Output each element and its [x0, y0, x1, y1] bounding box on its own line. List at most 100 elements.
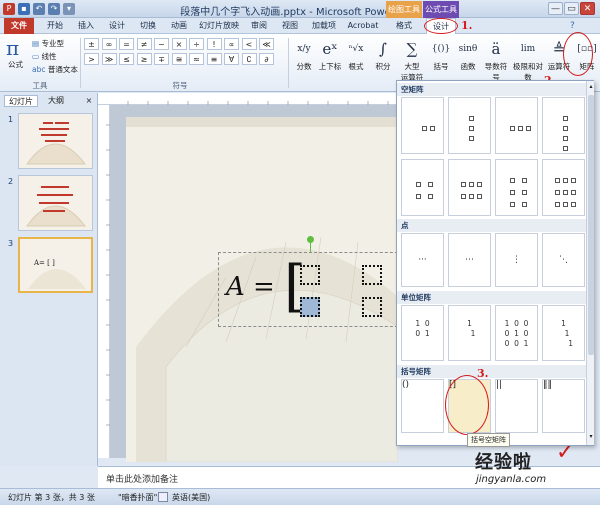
tab-acrobat[interactable]: Acrobat	[345, 18, 381, 34]
matrix-placeholder-11[interactable]	[300, 265, 320, 285]
tab-design[interactable]: 设计	[104, 18, 130, 34]
matrix-placeholder-12[interactable]	[362, 265, 382, 285]
structure-button[interactable]: eˣ 上下标	[318, 37, 342, 79]
identity-option[interactable]: 1 1 1	[542, 305, 585, 361]
dots-option[interactable]: ⋮	[495, 233, 538, 287]
identity-option[interactable]: 1 0 00 1 00 0 1	[495, 305, 538, 361]
symbol-button[interactable]: ≪	[259, 38, 274, 50]
structure-button[interactable]: ∫ 积分	[370, 37, 396, 79]
identity-option[interactable]: 1 00 1	[401, 305, 444, 361]
symbol-button[interactable]: ~	[154, 38, 169, 50]
maximize-button[interactable]: ▭	[564, 2, 579, 15]
empty-matrix-option[interactable]	[448, 97, 491, 154]
normal-text-label: 普通文本	[47, 65, 78, 74]
scroll-up-icon[interactable]: ▴	[588, 83, 594, 91]
structure-button[interactable]: ⁿ√x 根式	[344, 37, 368, 79]
matrix-placeholder-21[interactable]	[300, 297, 320, 317]
structure-button[interactable]: x/y 分数	[292, 37, 316, 79]
bracket-matrix-option[interactable]: ‖‖	[542, 379, 585, 433]
empty-matrix-option[interactable]	[448, 159, 491, 216]
tab-transitions[interactable]: 切换	[135, 18, 161, 34]
symbol-button[interactable]: ≥	[136, 53, 152, 65]
symbol-button[interactable]: ≤	[119, 53, 134, 65]
empty-matrix-option[interactable]	[495, 159, 538, 216]
symbol-button[interactable]: <	[241, 38, 257, 50]
symbol-button[interactable]: ∀	[224, 53, 239, 65]
formula-button-label[interactable]: 公式	[8, 59, 23, 70]
slide-canvas[interactable]: A = [	[126, 117, 398, 462]
symbol-button[interactable]: ≫	[101, 53, 117, 65]
symbol-button[interactable]: ∂	[259, 53, 274, 65]
symbol-button[interactable]: =	[119, 38, 134, 50]
symbol-button[interactable]: ×	[171, 38, 187, 50]
gallery-scrollbar[interactable]: ▴ ▾	[586, 81, 594, 445]
dots-option[interactable]: ⋯	[448, 233, 491, 287]
language-indicator[interactable]: 英语(美国)	[172, 492, 210, 503]
tab-file[interactable]: 文件	[4, 18, 34, 34]
tab-slideshow[interactable]: 幻灯片放映	[197, 18, 241, 34]
bracket-matrix-option[interactable]: ()	[401, 379, 444, 433]
placeholder-box	[461, 194, 466, 199]
symbol-button[interactable]: !	[206, 38, 222, 50]
symbol-button[interactable]: >	[84, 53, 99, 65]
structure-icon: ∫	[379, 40, 387, 58]
matrix-placeholder-22[interactable]	[362, 297, 382, 317]
empty-matrix-option[interactable]	[542, 97, 585, 154]
ribbon-tabs: 文件 开始 插入 设计 切换 动画 幻灯片放映 审阅 视图 加载项 Acroba…	[0, 18, 600, 34]
watermark-text: 经验啦	[475, 452, 532, 473]
bracket-matrix-option[interactable]: ||	[495, 379, 538, 433]
identity-row: 0 0 1	[504, 339, 529, 348]
structure-button[interactable]: lim 极限和对数	[512, 37, 544, 82]
scroll-down-icon[interactable]: ▾	[588, 433, 594, 441]
tab-view[interactable]: 视图	[277, 18, 303, 34]
empty-matrix-option[interactable]	[401, 97, 444, 154]
symbol-button[interactable]: ∞	[101, 38, 117, 50]
symbol-button[interactable]: ±	[84, 38, 99, 50]
tab-review[interactable]: 审阅	[246, 18, 272, 34]
structure-button[interactable]: ∑ 大型 运算符	[398, 37, 426, 82]
structure-button[interactable]: {()} 括号	[428, 37, 454, 79]
scroll-thumb[interactable]	[588, 95, 594, 355]
symbol-button[interactable]: ∝	[224, 38, 239, 50]
tab-format[interactable]: 格式	[390, 18, 418, 34]
empty-matrix-option[interactable]	[495, 97, 538, 154]
identity-option[interactable]: 1 1	[448, 305, 491, 361]
placeholder-box	[563, 126, 568, 131]
tab-home[interactable]: 开始	[42, 18, 68, 34]
slide-thumbnail-3[interactable]: A= [ ]	[18, 237, 93, 293]
slide-thumbnail-2[interactable]	[18, 175, 93, 231]
pi-icon[interactable]: π	[6, 36, 26, 60]
tab-outline[interactable]: 大纲	[42, 95, 70, 107]
structure-button[interactable]: ä 导数符号	[482, 37, 510, 82]
dots-option[interactable]: ⋱	[542, 233, 585, 287]
empty-matrix-option[interactable]	[401, 159, 444, 216]
symbol-button[interactable]: ∓	[154, 53, 169, 65]
normal-text-button[interactable]: abc 普通文本	[32, 64, 78, 75]
linear-button[interactable]: ▭ 线性	[32, 51, 56, 62]
tab-slides[interactable]: 幻灯片	[4, 95, 38, 107]
close-pane-icon[interactable]: ×	[84, 95, 94, 107]
symbol-button[interactable]: ≠	[136, 38, 152, 50]
spellcheck-icon[interactable]	[158, 492, 168, 502]
tab-insert[interactable]: 插入	[73, 18, 99, 34]
minimize-button[interactable]: —	[548, 2, 563, 15]
tab-addins[interactable]: 加载项	[308, 18, 340, 34]
symbol-button[interactable]: ≈	[189, 53, 204, 65]
tab-animations[interactable]: 动画	[166, 18, 192, 34]
professional-button[interactable]: ▤ 专业型	[32, 38, 64, 49]
help-icon[interactable]: ?	[570, 21, 575, 31]
dots-option[interactable]: ···	[401, 233, 444, 287]
rotation-handle[interactable]	[307, 236, 314, 243]
slide-thumbnail-1[interactable]	[18, 113, 93, 169]
close-button[interactable]: ✕	[580, 2, 595, 15]
placeholder-box	[518, 126, 523, 131]
vertical-ruler	[98, 105, 110, 458]
structure-button[interactable]: sinθ 函数	[456, 37, 480, 79]
structure-icon: sinθ	[458, 44, 478, 54]
symbol-button[interactable]: ÷	[189, 38, 204, 50]
professional-label: 专业型	[41, 39, 64, 48]
empty-matrix-option[interactable]	[542, 159, 585, 216]
symbol-button[interactable]: ≅	[171, 53, 187, 65]
symbol-button[interactable]: ≡	[206, 53, 222, 65]
symbol-button[interactable]: ∁	[241, 53, 257, 65]
